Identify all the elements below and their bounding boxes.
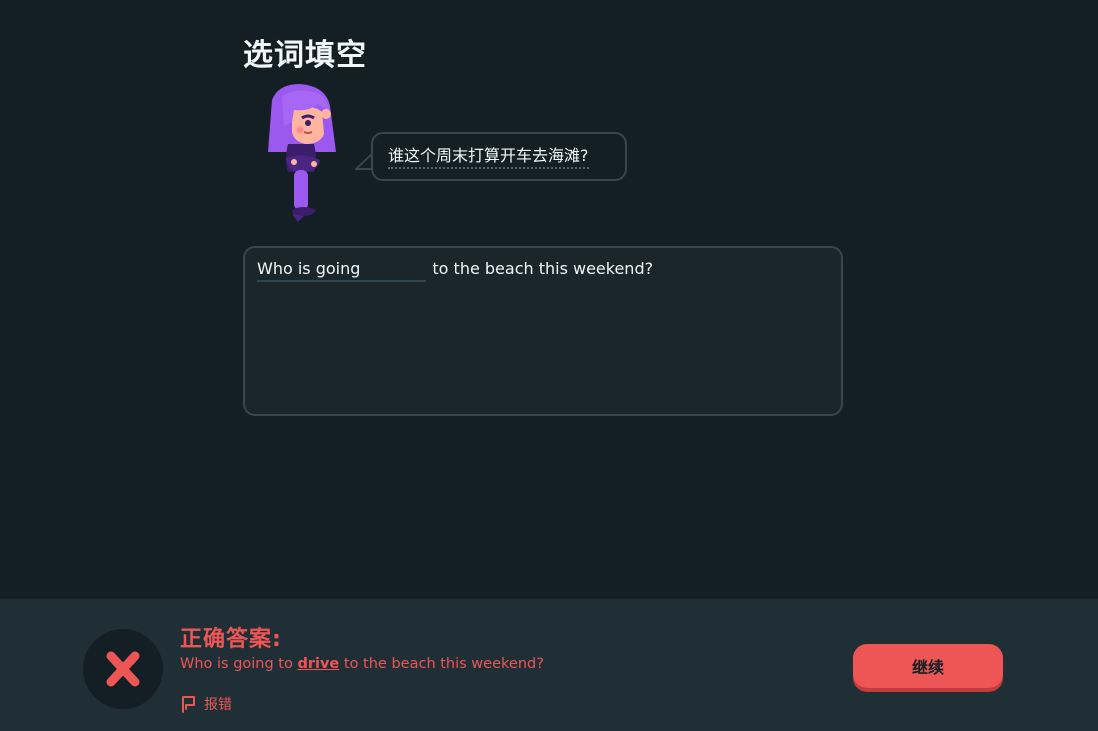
answer-blank[interactable] <box>360 259 427 282</box>
continue-button[interactable]: 继续 <box>853 644 1003 688</box>
answer-area: Who is going to the beach this weekend? <box>243 246 843 416</box>
fill-in-sentence: Who is going to the beach this weekend? <box>257 259 653 282</box>
exercise-page: 选词填空 谁这个周末打算开车去海滩? Who is going to the b… <box>0 0 1098 731</box>
speech-bubble: 谁这个周末打算开车去海滩? <box>371 132 627 181</box>
sentence-after-blank: to the beach this weekend? <box>432 259 654 278</box>
report-button[interactable]: 报错 <box>180 694 232 714</box>
exercise-title: 选词填空 <box>243 38 367 73</box>
result-badge <box>83 629 163 709</box>
feedback-footer: 正确答案: Who is going to drive to the beach… <box>0 599 1098 731</box>
prompt-text[interactable]: 谁这个周末打算开车去海滩? <box>388 146 589 169</box>
report-label: 报错 <box>204 697 232 713</box>
correct-sentence-end: to the beach this weekend? <box>339 656 544 672</box>
correct-sentence-start: Who is going to <box>180 656 298 672</box>
correct-answer-word: drive <box>297 656 340 672</box>
sentence-before-blank: Who is going <box>257 259 361 282</box>
flag-icon <box>182 696 195 713</box>
character-illustration <box>268 84 336 222</box>
correct-answer-sentence: Who is going to drive to the beach this … <box>180 656 544 672</box>
correct-answer-heading: 正确答案: <box>180 627 282 652</box>
x-mark-icon <box>106 651 140 687</box>
